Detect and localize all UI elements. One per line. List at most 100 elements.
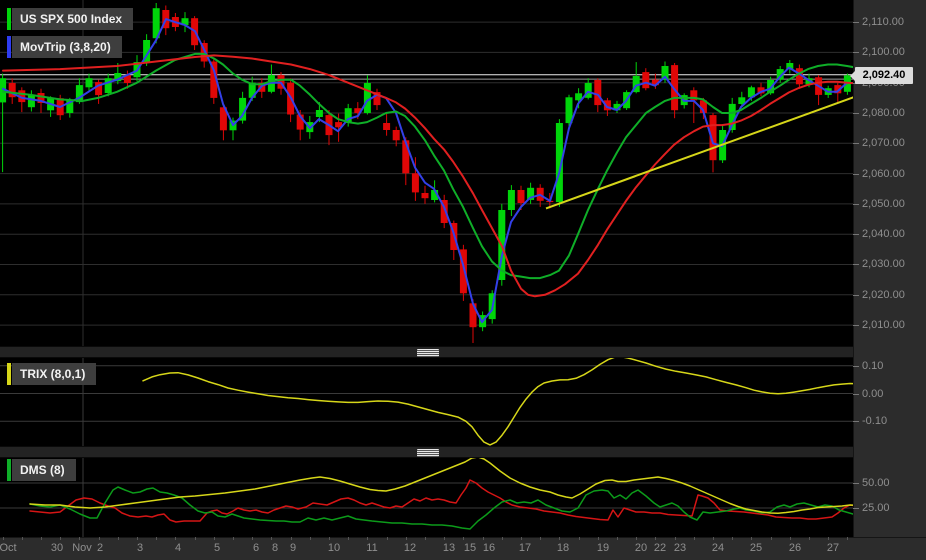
candle-up: [315, 110, 323, 117]
price-tick-label: 2,060.00: [862, 168, 905, 180]
dms-chart-panel[interactable]: [0, 458, 853, 537]
price-chart-panel[interactable]: [0, 0, 853, 346]
legend-movtrip: MovTrip (3,8,20): [7, 36, 122, 58]
date-label: 15: [463, 542, 477, 554]
time-tick: [463, 537, 464, 540]
axis-tick: [853, 143, 859, 144]
movtrip-indicator-label[interactable]: MovTrip (3,8,20): [12, 36, 122, 58]
time-tick: [137, 537, 138, 540]
symbol-label[interactable]: US SPX 500 Index: [12, 8, 134, 30]
time-tick: [790, 537, 791, 540]
time-tick: [655, 537, 656, 540]
time-tick: [195, 537, 196, 540]
time-tick: [175, 537, 176, 540]
time-tick: [156, 537, 157, 540]
last-price-badge: 2,092.40: [850, 67, 913, 84]
panel-resize-handle-icon[interactable]: [417, 449, 439, 457]
trix-indicator-label[interactable]: TRIX (8,0,1): [12, 363, 97, 385]
axis-tick: [853, 483, 859, 484]
time-tick: [502, 537, 503, 540]
time-tick: [329, 537, 330, 540]
date-label: 20: [634, 542, 648, 554]
price-tick-label: 2,010.00: [862, 319, 905, 331]
dms-tick-label: 50.00: [862, 477, 890, 489]
date-label: 22: [653, 542, 667, 554]
time-tick: [771, 537, 772, 540]
price-tick-label: 2,080.00: [862, 107, 905, 119]
dms-color-bar: [7, 459, 11, 481]
candle-up: [507, 190, 515, 210]
time-tick: [636, 537, 637, 540]
panel-resize-handle-icon[interactable]: [417, 349, 439, 357]
axis-tick: [853, 174, 859, 175]
time-tick: [291, 537, 292, 540]
time-tick: [3, 537, 4, 540]
candle-down: [383, 123, 391, 130]
movtrip-color-bar: [7, 36, 11, 58]
time-tick: [713, 537, 714, 540]
candle-down: [642, 72, 650, 89]
axis-tick: [853, 508, 859, 509]
date-label: 23: [673, 542, 687, 554]
date-label: 17: [518, 542, 532, 554]
trix-chart-panel[interactable]: [0, 358, 853, 446]
time-tick: [828, 537, 829, 540]
date-label: 8: [271, 542, 279, 554]
dms-tick-label: 25.00: [862, 502, 890, 514]
date-label: 5: [213, 542, 221, 554]
time-tick: [444, 537, 445, 540]
time-tick: [22, 537, 23, 540]
trix-line: [142, 358, 853, 446]
symbol-color-bar: [7, 8, 11, 30]
axis-tick: [853, 394, 859, 395]
candle-up: [27, 95, 35, 108]
date-label: 13: [442, 542, 456, 554]
date-label: Oct: [0, 542, 17, 554]
panel-separator: [0, 446, 853, 458]
dms-indicator-label[interactable]: DMS (8): [12, 459, 76, 481]
time-tick: [252, 537, 253, 540]
date-label: 25: [749, 542, 763, 554]
date-label: 3: [136, 542, 144, 554]
date-label: 19: [596, 542, 610, 554]
price-tick-label: 2,030.00: [862, 258, 905, 270]
adx-line: [29, 458, 853, 514]
price-tick-label: 2,100.00: [862, 46, 905, 58]
candle-down: [517, 190, 525, 203]
time-tick: [598, 537, 599, 540]
candlestick-series: [0, 3, 851, 343]
time-tick: [118, 537, 119, 540]
candle-down: [411, 173, 419, 193]
date-label: 9: [289, 542, 297, 554]
date-label: 27: [826, 542, 840, 554]
legend-symbol: US SPX 500 Index: [7, 8, 134, 30]
trendline[interactable]: [545, 94, 853, 210]
axis-tick: [853, 52, 859, 53]
time-tick: [751, 537, 752, 540]
price-tick-label: 2,070.00: [862, 137, 905, 149]
date-label: Nov: [72, 542, 92, 554]
time-tick: [694, 537, 695, 540]
time-tick: [41, 537, 42, 540]
axis-tick: [853, 234, 859, 235]
time-tick: [579, 537, 580, 540]
time-tick: [271, 537, 272, 540]
axis-tick: [853, 113, 859, 114]
legend-dms: DMS (8): [7, 459, 76, 481]
trix-tick-label: 0.10: [862, 360, 884, 372]
axis-tick: [853, 204, 859, 205]
charting-app: US SPX 500 Index MovTrip (3,8,20) TRIX (…: [0, 0, 926, 560]
time-tick: [233, 537, 234, 540]
date-label: 18: [556, 542, 570, 554]
date-label: 4: [174, 542, 182, 554]
time-tick: [79, 537, 80, 540]
trix-color-bar: [7, 363, 11, 385]
time-tick: [367, 537, 368, 540]
time-tick: [387, 537, 388, 540]
time-tick: [732, 537, 733, 540]
axis-tick: [853, 264, 859, 265]
axis-tick: [853, 421, 859, 422]
price-tick-label: 2,110.00: [862, 16, 905, 28]
axis-tick: [853, 366, 859, 367]
time-tick: [60, 537, 61, 540]
